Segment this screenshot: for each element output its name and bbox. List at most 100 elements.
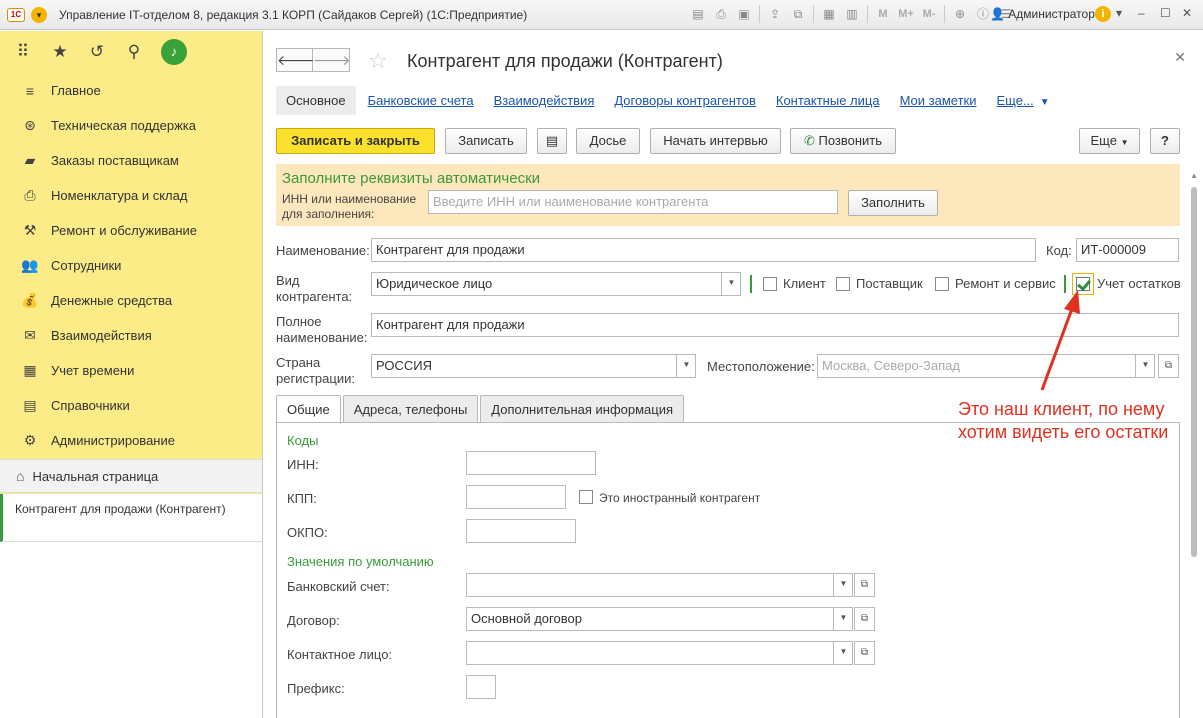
sidebar-item-money[interactable]: 💰 Денежные средства — [0, 283, 262, 318]
main-menu-button[interactable]: ▾ — [31, 6, 47, 23]
window-title: Управление IT-отделом 8, редакция 3.1 КО… — [59, 7, 528, 22]
full-name-field[interactable]: Контрагент для продажи — [371, 313, 1179, 337]
notifications-bell-icon[interactable]: ♪ — [161, 39, 187, 65]
copy-icon[interactable]: ⧉ — [788, 4, 808, 24]
stock-tracking-checkbox[interactable] — [1076, 277, 1090, 291]
apps-grid-icon[interactable]: ⠿ — [13, 42, 33, 62]
current-user[interactable]: 👤 Администратор — [990, 7, 1095, 21]
chevron-down-icon: ▼ — [1120, 138, 1129, 147]
supplier-checkbox[interactable] — [836, 277, 850, 291]
dropdown-arrow-icon[interactable]: ▼ — [1135, 355, 1154, 377]
gear-icon: ⚙ — [23, 432, 37, 448]
sidebar-item-admin[interactable]: ⚙ Администрирование — [0, 423, 262, 458]
print-preview-icon[interactable]: ▣ — [734, 4, 754, 24]
contact-select[interactable]: ▼ — [466, 641, 853, 665]
more-actions-button[interactable]: Еще ▼ — [1079, 128, 1140, 154]
type-label: Вид контрагента: — [276, 273, 353, 304]
memory-minus-icon[interactable]: M- — [919, 4, 939, 24]
tab-additional[interactable]: Дополнительная информация — [480, 395, 685, 423]
open-contract-icon[interactable]: ⧉ — [854, 607, 875, 631]
attach-icon[interactable]: ⇪ — [765, 4, 785, 24]
form-toolbar: Записать и закрыть Записать ▤ Досье Нача… — [276, 128, 1180, 154]
sidebar-item-support[interactable]: ⊛ Техническая поддержка — [0, 108, 262, 143]
window-menu-icon[interactable]: ▾ — [1116, 6, 1122, 20]
support-icon: ⊛ — [24, 117, 36, 133]
save-icon[interactable]: ▤ — [688, 4, 708, 24]
tab-bank-accounts[interactable]: Банковские счета — [368, 93, 474, 108]
report-button[interactable]: ▤ — [537, 128, 567, 154]
location-label: Местоположение: — [707, 359, 815, 374]
favorites-star-icon[interactable]: ★ — [50, 42, 70, 62]
foreign-checkbox[interactable] — [579, 490, 593, 504]
sidebar-item-interactions[interactable]: ✉ Взаимодействия — [0, 318, 262, 353]
search-icon[interactable]: ⚲ — [124, 42, 144, 62]
people-icon: 👥 — [21, 257, 39, 273]
prefix-field[interactable] — [466, 675, 496, 699]
save-button[interactable]: Записать — [445, 128, 527, 154]
dropdown-arrow-icon[interactable]: ▼ — [676, 355, 695, 377]
sidebar-item-supplier-orders[interactable]: ▰ Заказы поставщикам — [0, 143, 262, 178]
client-checkbox[interactable] — [763, 277, 777, 291]
bank-account-select[interactable]: ▼ — [466, 573, 853, 597]
dropdown-arrow-icon[interactable]: ▼ — [833, 574, 852, 596]
type-select[interactable]: Юридическое лицо ▼ — [371, 272, 741, 296]
inn-field[interactable] — [466, 451, 596, 475]
memory-icon[interactable]: M — [873, 4, 893, 24]
dossier-button[interactable]: Досье — [576, 128, 640, 154]
sidebar-item-time[interactable]: ▦ Учет времени — [0, 353, 262, 388]
calendar-icon[interactable]: ▥ — [842, 4, 862, 24]
contract-select[interactable]: Основной договор ▼ — [466, 607, 853, 631]
tab-addresses[interactable]: Адреса, телефоны — [342, 395, 479, 423]
tab-main[interactable]: Основное — [276, 85, 356, 115]
tab-contacts[interactable]: Контактные лица — [776, 93, 880, 108]
forward-button[interactable]: 🡒 — [313, 48, 351, 72]
close-window-icon[interactable]: ✕ — [1182, 6, 1192, 20]
dropdown-arrow-icon[interactable]: ▼ — [721, 273, 740, 295]
code-label: Код: — [1046, 243, 1072, 258]
okpo-field[interactable] — [466, 519, 576, 543]
open-contact-icon[interactable]: ⧉ — [854, 641, 875, 665]
sidebar-item-references[interactable]: ▤ Справочники — [0, 388, 262, 423]
minimize-icon[interactable]: – — [1138, 6, 1145, 20]
info-button[interactable]: i — [1095, 6, 1111, 22]
favorite-star-icon[interactable]: ☆ — [368, 48, 388, 74]
tab-more[interactable]: Еще... ▼ — [997, 93, 1050, 108]
open-window-item[interactable]: Контрагент для продажи (Контрагент) — [0, 494, 262, 542]
close-form-icon[interactable]: ✕ — [1174, 49, 1186, 66]
repair-checkbox[interactable] — [935, 277, 949, 291]
tab-contracts[interactable]: Договоры контрагентов — [614, 93, 756, 108]
sidebar-item-employees[interactable]: 👥 Сотрудники — [0, 248, 262, 283]
back-button[interactable]: 🡐 — [276, 48, 315, 72]
tab-notes[interactable]: Мои заметки — [900, 93, 977, 108]
tab-interactions[interactable]: Взаимодействия — [494, 93, 595, 108]
home-page-item[interactable]: ⌂ Начальная страница — [0, 459, 262, 493]
sidebar-item-repair[interactable]: ⚒ Ремонт и обслуживание — [0, 213, 262, 248]
start-interview-button[interactable]: Начать интервью — [650, 128, 781, 154]
name-field[interactable]: Контрагент для продажи — [371, 238, 1036, 262]
call-button[interactable]: ✆ Позвонить — [790, 128, 896, 154]
sidebar-item-main[interactable]: ≡ Главное — [0, 73, 262, 108]
zoom-icon[interactable]: ⊕ — [950, 4, 970, 24]
tab-general[interactable]: Общие — [276, 395, 341, 424]
save-close-button[interactable]: Записать и закрыть — [276, 128, 435, 154]
location-select[interactable]: Москва, Северо-Запад ▼ — [817, 354, 1155, 378]
code-field[interactable]: ИТ-000009 — [1076, 238, 1179, 262]
autofill-panel: Заполните реквизиты автоматически ИНН ил… — [276, 164, 1180, 226]
country-select[interactable]: РОССИЯ ▼ — [371, 354, 696, 378]
vertical-scrollbar[interactable] — [1191, 187, 1197, 557]
open-bank-account-icon[interactable]: ⧉ — [854, 573, 875, 597]
inn-search-input[interactable]: Введите ИНН или наименование контрагента — [428, 190, 838, 214]
dropdown-arrow-icon[interactable]: ▼ — [833, 642, 852, 664]
maximize-icon[interactable]: ☐ — [1160, 6, 1171, 20]
memory-plus-icon[interactable]: M+ — [896, 4, 916, 24]
help-button[interactable]: ? — [1150, 128, 1180, 154]
scroll-up-icon[interactable]: ▲ — [1190, 171, 1198, 180]
calc-icon[interactable]: ▦ — [819, 4, 839, 24]
print-icon[interactable]: ⎙ — [711, 4, 731, 24]
sidebar-item-nomenclature[interactable]: ⎙ Номенклатура и склад — [0, 178, 262, 213]
open-location-icon[interactable]: ⧉ — [1158, 354, 1179, 378]
dropdown-arrow-icon[interactable]: ▼ — [833, 608, 852, 630]
history-icon[interactable]: ↺ — [87, 42, 107, 62]
kpp-field[interactable] — [466, 485, 566, 509]
fill-button[interactable]: Заполнить — [848, 190, 938, 216]
